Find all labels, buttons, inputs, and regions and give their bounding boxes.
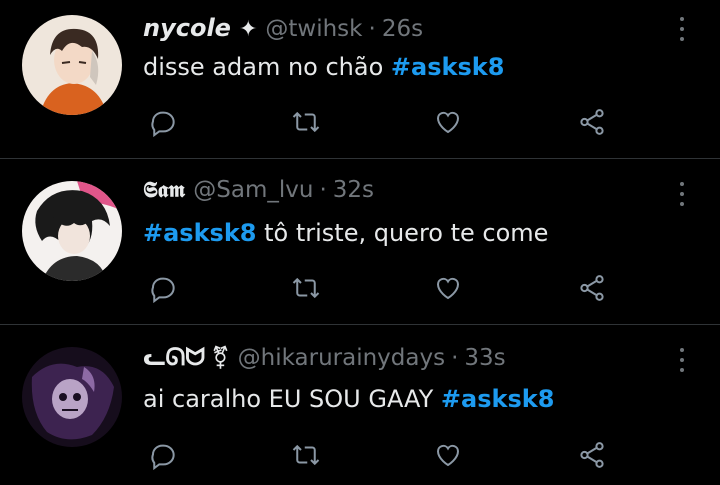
- avatar[interactable]: [22, 181, 122, 281]
- tweet-header: nycole ✦ @twihsk · 26s: [143, 14, 423, 48]
- more-icon[interactable]: [670, 345, 694, 375]
- hashtag-link[interactable]: #asksk8: [143, 219, 257, 247]
- timestamp[interactable]: 33s: [464, 345, 505, 371]
- separator: ·: [451, 345, 459, 371]
- share-icon: [580, 275, 604, 301]
- timestamp[interactable]: 26s: [382, 16, 423, 42]
- like-button[interactable]: [428, 268, 468, 308]
- user-handle[interactable]: @hikarurainydays: [238, 345, 445, 371]
- like-icon: [436, 111, 460, 134]
- tweet-text-part: ai caralho EU SOU GAAY: [143, 385, 441, 413]
- retweet-icon: [292, 444, 320, 466]
- share-button[interactable]: [572, 435, 612, 475]
- hashtag-link[interactable]: #asksk8: [391, 53, 505, 81]
- display-name[interactable]: 𝕾𝖆𝖒: [143, 177, 185, 203]
- gender-symbol-icon: ⚧: [211, 346, 230, 371]
- like-icon: [436, 277, 460, 300]
- hashtag-link[interactable]: #asksk8: [441, 385, 555, 413]
- more-icon[interactable]: [670, 14, 694, 44]
- retweet-button[interactable]: [286, 102, 326, 142]
- tweet-text: #asksk8 tô triste, quero te come: [143, 219, 548, 247]
- tweet-text: ai caralho EU SOU GAAY #asksk8: [143, 385, 554, 413]
- reply-button[interactable]: [143, 268, 183, 308]
- user-handle[interactable]: @Sam_lvu: [193, 177, 313, 203]
- like-button[interactable]: [428, 102, 468, 142]
- avatar[interactable]: [22, 347, 122, 447]
- separator: ·: [368, 16, 376, 42]
- reply-button[interactable]: [143, 102, 183, 142]
- retweet-icon: [292, 111, 320, 133]
- tweet-text-part: disse adam no chão: [143, 53, 391, 81]
- tweet-3[interactable]: ᓚᘏᗢ ⚧ @hikarurainydays · 33s ai caralho …: [0, 325, 720, 485]
- tweet-text: disse adam no chão #asksk8: [143, 53, 504, 81]
- retweet-button[interactable]: [286, 435, 326, 475]
- tweet-1[interactable]: nycole ✦ @twihsk · 26s disse adam no chã…: [0, 0, 720, 158]
- tweet-2[interactable]: 𝕾𝖆𝖒 @Sam_lvu · 32s #asksk8 tô triste, qu…: [0, 159, 720, 324]
- share-button[interactable]: [572, 268, 612, 308]
- display-name[interactable]: ᓚᘏᗢ: [143, 343, 205, 371]
- timestamp[interactable]: 32s: [333, 177, 374, 203]
- tweet-actions: [140, 268, 640, 308]
- tweet-header: 𝕾𝖆𝖒 @Sam_lvu · 32s: [143, 177, 374, 211]
- tweet-text-part: tô triste, quero te come: [256, 219, 549, 247]
- reply-icon: [151, 277, 175, 303]
- display-name[interactable]: nycole: [143, 14, 231, 42]
- share-button[interactable]: [572, 102, 612, 142]
- more-icon[interactable]: [670, 179, 694, 209]
- avatar[interactable]: [22, 15, 122, 115]
- like-icon: [436, 444, 460, 467]
- retweet-icon: [292, 277, 320, 299]
- separator: ·: [319, 177, 327, 203]
- share-icon: [580, 109, 604, 135]
- like-button[interactable]: [428, 435, 468, 475]
- tweet-actions: [140, 102, 640, 142]
- badge-icon: ✦: [238, 17, 258, 42]
- tweet-header: ᓚᘏᗢ ⚧ @hikarurainydays · 33s: [143, 343, 506, 377]
- tweet-actions: [140, 435, 640, 475]
- user-handle[interactable]: @twihsk: [265, 16, 362, 42]
- retweet-button[interactable]: [286, 268, 326, 308]
- reply-icon: [151, 444, 175, 470]
- reply-icon: [151, 111, 175, 137]
- share-icon: [580, 442, 604, 468]
- reply-button[interactable]: [143, 435, 183, 475]
